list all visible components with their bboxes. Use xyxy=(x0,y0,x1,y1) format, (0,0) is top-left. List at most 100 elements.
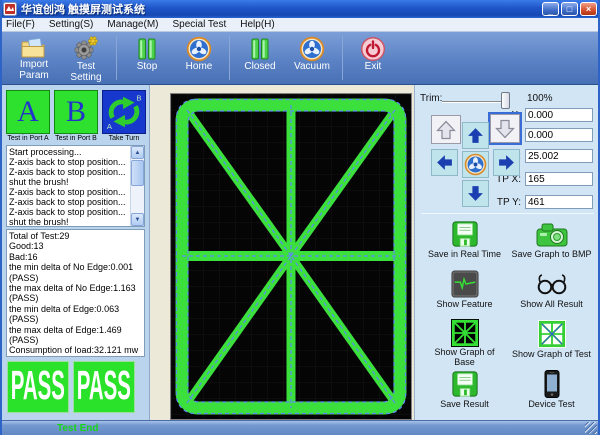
tp-y-field[interactable] xyxy=(525,195,593,209)
take-turn-button[interactable]: A B xyxy=(102,90,146,134)
center-panel xyxy=(150,85,414,420)
globe-icon xyxy=(299,36,325,62)
svg-text:B: B xyxy=(136,94,141,103)
test-port-a-button[interactable]: A xyxy=(6,90,50,134)
app-window: 华谊创鸿 触摸屏测试系统 _ □ × File(F) Setting(S) Ma… xyxy=(0,0,600,435)
show-all-result-button[interactable]: Show All Result xyxy=(508,267,595,317)
maximize-button[interactable]: □ xyxy=(561,2,578,16)
jog-down-button[interactable] xyxy=(462,180,489,207)
port-b-caption: Test in Port B xyxy=(52,135,100,142)
jog-up-button[interactable] xyxy=(462,122,489,149)
window-controls: _ □ × xyxy=(542,2,597,16)
exit-button[interactable]: Exit xyxy=(347,34,399,82)
action-button-grid: Save in Real Time Save Graph to BMP xyxy=(421,217,595,417)
save-in-real-time-button[interactable]: Save in Real Time xyxy=(421,217,508,267)
import-param-button[interactable]: Import Param xyxy=(8,34,60,82)
result-log[interactable]: Total of Test:29 Good:13 Bad:16 the min … xyxy=(6,229,145,357)
statusbar: Test End xyxy=(2,420,598,435)
scroll-thumb[interactable] xyxy=(131,160,144,186)
scroll-down-icon[interactable]: ▼ xyxy=(131,213,144,226)
graph-base-icon xyxy=(451,319,479,347)
menu-manage[interactable]: Manage(M) xyxy=(107,19,158,30)
floppy-icon xyxy=(451,369,479,399)
trim-label: Trim: xyxy=(420,93,442,104)
glasses-icon xyxy=(535,269,569,299)
port-a-letter: A xyxy=(17,97,39,127)
svg-text:A: A xyxy=(107,122,113,131)
status-text: Test End xyxy=(57,423,98,434)
toolbar-label: Import Param xyxy=(14,60,54,81)
action-label: Show Graph of Test xyxy=(511,350,593,360)
phone-icon xyxy=(544,369,560,399)
z-field[interactable] xyxy=(525,149,593,163)
power-icon xyxy=(360,36,386,62)
close-button[interactable]: × xyxy=(580,2,597,16)
z-up-button[interactable] xyxy=(431,115,461,144)
vacuum-button[interactable]: Vacuum xyxy=(286,34,338,82)
test-pattern-canvas[interactable] xyxy=(170,93,412,420)
save-result-button[interactable]: Save Result xyxy=(421,367,508,417)
jog-left-button[interactable] xyxy=(431,149,458,176)
action-label: Save in Real Time xyxy=(424,250,506,260)
menubar: File(F) Setting(S) Manage(M) Special Tes… xyxy=(2,18,598,32)
test-port-b-button[interactable]: B xyxy=(54,90,98,134)
show-graph-of-base-button[interactable]: Show Graph of Base xyxy=(421,317,508,367)
trim-slider[interactable] xyxy=(442,101,508,103)
stop-button[interactable]: Stop xyxy=(121,34,173,82)
x-field[interactable] xyxy=(525,108,593,122)
scrollbar[interactable]: ▲ ▼ xyxy=(130,146,144,226)
app-icon xyxy=(3,2,17,16)
graph-test-icon xyxy=(538,319,566,349)
z-down-button[interactable] xyxy=(490,114,520,143)
down-arrow-outline-icon xyxy=(493,117,517,141)
show-graph-of-test-button[interactable]: Show Graph of Test xyxy=(508,317,595,367)
trim-slider-handle[interactable] xyxy=(501,92,510,109)
up-arrow-outline-icon xyxy=(434,118,458,142)
waveform-icon xyxy=(451,269,479,299)
device-test-button[interactable]: Device Test xyxy=(508,367,595,417)
test-setting-button[interactable]: Test Setting xyxy=(60,34,112,82)
tp-x-field[interactable] xyxy=(525,172,593,186)
port-a-caption: Test in Port A xyxy=(4,135,52,142)
pause-icon xyxy=(134,36,160,62)
process-log-text: Start processing... Z-axis back to stop … xyxy=(7,146,130,227)
menu-file[interactable]: File(F) xyxy=(6,19,35,30)
globe-icon xyxy=(186,36,212,62)
show-feature-button[interactable]: Show Feature xyxy=(421,267,508,317)
home-button[interactable]: Home xyxy=(173,34,225,82)
jog-right-button[interactable] xyxy=(493,149,520,176)
recycle-arrows-icon: A B xyxy=(103,91,145,136)
y-field[interactable] xyxy=(525,128,593,142)
action-label: Save Graph to BMP xyxy=(511,250,593,260)
left-panel: A B A B Test in Port A Test in Port B Ta… xyxy=(2,85,150,420)
toolbar-label: Vacuum xyxy=(294,62,330,73)
toolbar-label: Test Setting xyxy=(66,62,106,83)
scroll-up-icon[interactable]: ▲ xyxy=(131,146,144,159)
right-panel: Trim: 100% X: Y: Z: TP X: TP Y: xyxy=(414,85,600,420)
resize-grip[interactable] xyxy=(585,422,597,434)
toolbar-separator xyxy=(229,36,230,80)
pass-indicator-a: PASS xyxy=(7,361,69,413)
save-graph-to-bmp-button[interactable]: Save Graph to BMP xyxy=(508,217,595,267)
menu-help[interactable]: Help(H) xyxy=(240,19,274,30)
jog-home-button[interactable] xyxy=(462,151,489,178)
action-label: Device Test xyxy=(511,400,593,410)
menu-special-test[interactable]: Special Test xyxy=(173,19,227,30)
camera-icon xyxy=(536,219,568,249)
titlebar: 华谊创鸿 触摸屏测试系统 _ □ × xyxy=(0,0,600,18)
globe-icon xyxy=(464,153,487,176)
action-label: Show All Result xyxy=(511,300,593,310)
toolbar-label: Closed xyxy=(244,62,275,73)
pass-b-label: PASS xyxy=(77,363,131,411)
action-label: Save Result xyxy=(424,400,506,410)
closed-button[interactable]: Closed xyxy=(234,34,286,82)
import-folder-icon xyxy=(21,36,47,60)
right-arrow-icon xyxy=(496,152,517,173)
action-label: Show Feature xyxy=(424,300,506,310)
minimize-button[interactable]: _ xyxy=(542,2,559,16)
menu-setting[interactable]: Setting(S) xyxy=(49,19,93,30)
process-log[interactable]: Start processing... Z-axis back to stop … xyxy=(6,145,145,227)
take-turn-caption: Take Turn xyxy=(100,135,148,142)
toolbar-label: Home xyxy=(186,62,213,73)
pass-a-label: PASS xyxy=(11,363,65,411)
